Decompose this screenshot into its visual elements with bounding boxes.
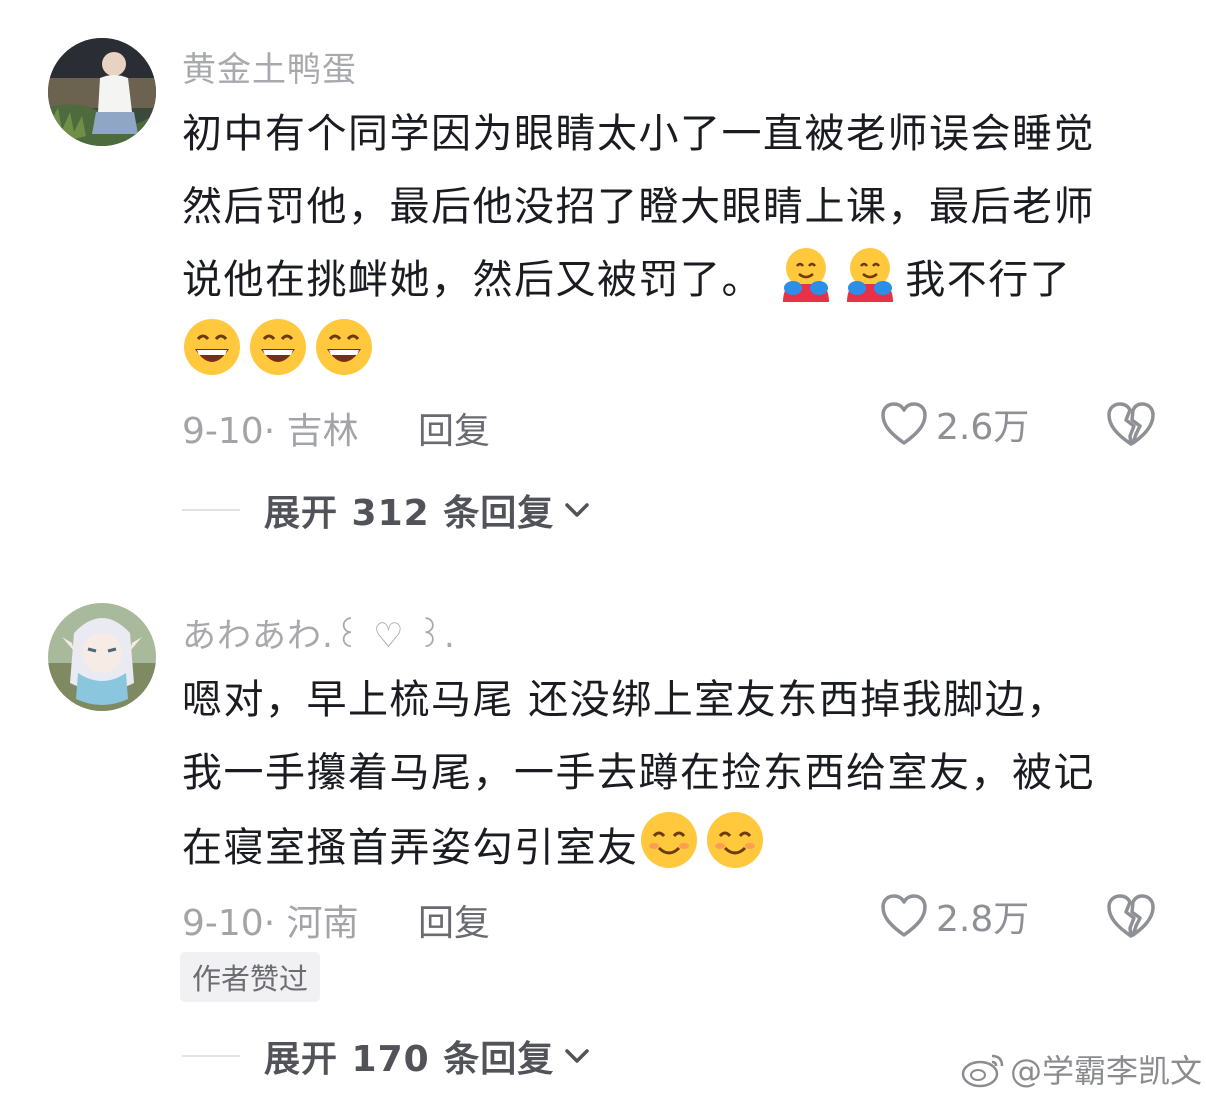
heart-icon [881,894,927,937]
broken-heart-icon [1107,402,1155,446]
smiling-face-emoji [705,810,765,894]
comment-line: 说他在挑衅她，然后又被罚了。 我不行了 [182,244,1162,317]
comment-line: 在寝室搔首弄姿勾引室友 [182,810,1162,883]
comment-date: 9-10 [182,903,264,944]
divider [182,1055,240,1057]
comment-line-text: 我不行了 [905,257,1072,303]
comment-line: 然后罚他，最后他没招了瞪大眼睛上课，最后老师 [182,184,1095,230]
avatar[interactable] [48,38,156,146]
chevron-down-icon [565,1049,589,1063]
like-button[interactable]: 2.8万 [880,890,1029,942]
chevron-down-icon [565,503,589,517]
hugging-face-emoji [841,244,899,326]
like-button[interactable]: 2.6万 [880,398,1029,450]
expand-replies-label: 展开 312 条回复 [264,493,555,534]
avatar[interactable] [48,603,156,711]
grinning-face-emoji [248,317,308,401]
smiling-face-emoji [639,810,699,894]
comment-text: 嗯对，早上梳马尾 还没绑上室友东西掉我脚边， 我一手攥着马尾，一手去蹲在捡东西给… [182,664,1162,883]
reply-button[interactable]: 回复 [418,402,490,454]
comment-date: 9-10 [182,411,264,452]
comment-line: 我一手攥着马尾，一手去蹲在捡东西给室友，被记 [182,750,1095,796]
comment-line: 嗯对，早上梳马尾 还没绑上室友东西掉我脚边， [182,677,1068,723]
author-liked-badge: 作者赞过 [180,952,321,1002]
comment-location: 河南 [286,903,359,944]
comment-line: 初中有个同学因为眼睛太小了一直被老师误会睡觉 [182,111,1095,157]
watermark-text: @学霸李凯文 [1010,1052,1203,1090]
broken-heart-icon [1107,894,1155,938]
like-count: 2.6万 [936,407,1030,448]
grinning-face-emoji [182,317,242,401]
comment-text: 初中有个同学因为眼睛太小了一直被老师误会睡觉 然后罚他，最后他没招了瞪大眼睛上课… [182,98,1162,390]
comment-line [182,317,1162,390]
comment-meta: 9-10· 河南 [182,903,359,944]
expand-replies-label: 展开 170 条回复 [264,1039,555,1080]
comment-location: 吉林 [286,411,359,452]
hugging-face-emoji [777,244,835,326]
username[interactable]: あわあわ.꒰ ♡ ꒱. [182,608,456,657]
watermark: @学霸李凯文 [960,1046,1202,1092]
like-count: 2.8万 [936,899,1030,940]
comment-meta: 9-10· 吉林 [182,411,359,452]
heart-icon [881,402,927,445]
dislike-button[interactable] [1106,400,1156,452]
dislike-button[interactable] [1106,892,1156,944]
comment-line-text: 在寝室搔首弄姿勾引室友 [182,825,639,871]
expand-replies[interactable]: 展开 312 条回复 [182,484,592,536]
grinning-face-emoji [314,317,374,401]
weibo-logo-icon [961,1054,1004,1088]
expand-replies[interactable]: 展开 170 条回复 [182,1030,592,1082]
username[interactable]: 黄金土鸭蛋 [182,42,357,91]
comment-line-text: 说他在挑衅她，然后又被罚了。 [182,257,763,303]
reply-button[interactable]: 回复 [418,894,490,946]
divider [182,509,240,511]
